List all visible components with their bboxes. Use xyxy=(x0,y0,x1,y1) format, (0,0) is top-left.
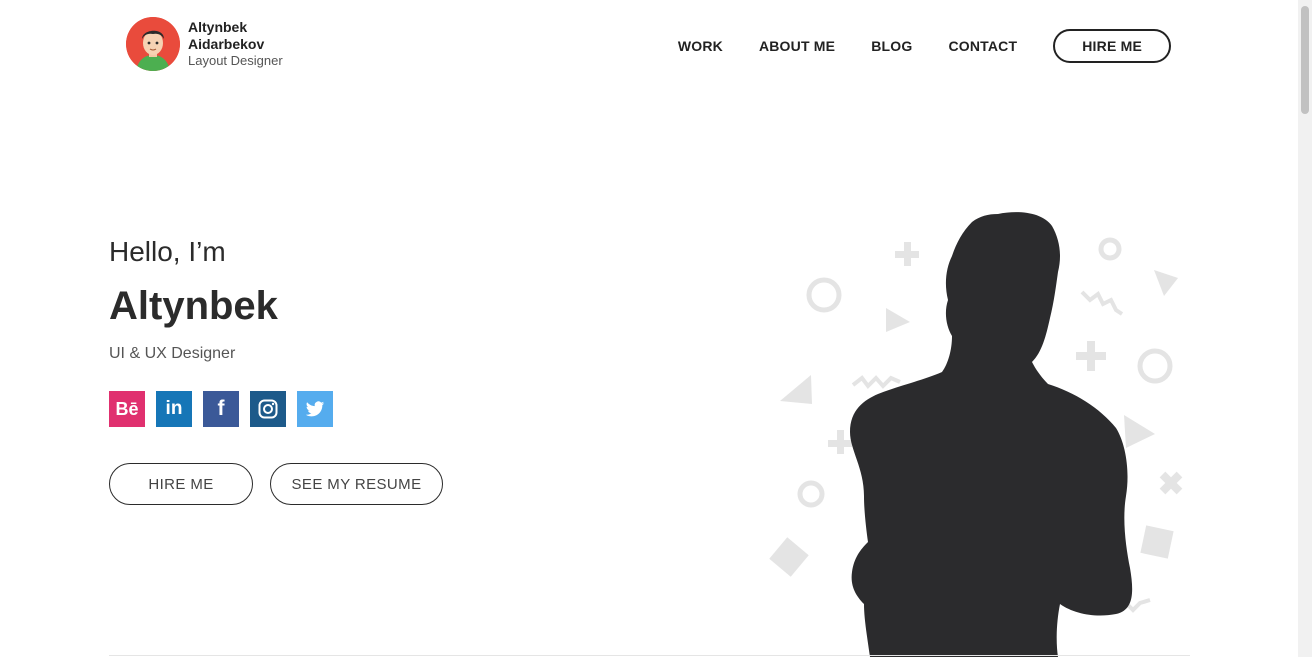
portfolio-page: Altynbek Aidarbekov Layout Designer WORK… xyxy=(0,0,1312,657)
brand-role: Layout Designer xyxy=(188,52,283,68)
avatar xyxy=(126,17,180,71)
nav-item-blog[interactable]: BLOG xyxy=(871,38,912,54)
facebook-icon[interactable]: f xyxy=(203,391,239,427)
social-links: Bē in f xyxy=(109,391,344,427)
brand-name: Altynbek Aidarbekov xyxy=(188,19,265,52)
behance-icon[interactable]: Bē xyxy=(109,391,145,427)
linkedin-icon[interactable]: in xyxy=(156,391,192,427)
hero-role: UI & UX Designer xyxy=(109,345,236,362)
nav-item-work[interactable]: WORK xyxy=(678,38,723,54)
section-divider xyxy=(109,655,1190,656)
avatar-icon xyxy=(126,17,180,71)
brand[interactable]: Altynbek Aidarbekov Layout Designer xyxy=(126,17,283,71)
page-scrollbar[interactable] xyxy=(1298,0,1312,657)
header-hire-me-button[interactable]: HIRE ME xyxy=(1053,29,1171,63)
hero-illustration xyxy=(769,212,1183,657)
hero-greeting: Hello, I’m xyxy=(109,236,226,267)
nav-item-contact[interactable]: CONTACT xyxy=(948,38,1017,54)
hero-name: Altynbek xyxy=(109,284,278,328)
twitter-icon[interactable] xyxy=(297,391,333,427)
see-my-resume-button[interactable]: SEE MY RESUME xyxy=(270,463,443,505)
hire-me-button[interactable]: HIRE ME xyxy=(109,463,253,505)
person-silhouette xyxy=(850,212,1133,657)
scrollbar-thumb[interactable] xyxy=(1301,6,1309,114)
main-nav: WORK ABOUT ME BLOG CONTACT HIRE ME xyxy=(678,29,1171,63)
instagram-icon[interactable] xyxy=(250,391,286,427)
nav-item-about-me[interactable]: ABOUT ME xyxy=(759,38,835,54)
